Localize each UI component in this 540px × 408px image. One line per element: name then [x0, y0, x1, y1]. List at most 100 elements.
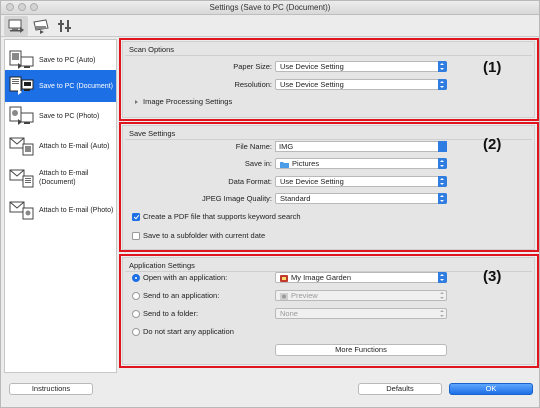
select-arrow-icon	[438, 193, 447, 204]
jpeg-quality-value: Standard	[280, 194, 311, 203]
title-bar: Settings (Save to PC (Document))	[1, 1, 539, 15]
combo-arrow-icon	[438, 141, 447, 152]
select-arrow-icon	[438, 272, 447, 283]
toolbar	[1, 15, 539, 37]
computer-scan-icon	[8, 19, 24, 33]
select-arrow-icon	[438, 290, 447, 301]
radio-unselected-icon	[132, 291, 140, 300]
instructions-button[interactable]: Instructions	[9, 383, 93, 395]
email-auto-icon	[9, 137, 34, 156]
divider	[125, 55, 532, 56]
image-processing-disclosure[interactable]: Image Processing Settings	[135, 97, 232, 106]
sidebar-item-save-to-pc-document[interactable]: Save to PC (Document)	[5, 70, 116, 102]
general-settings-tab[interactable]	[53, 16, 77, 36]
open-app-select[interactable]: My Image Garden	[275, 272, 447, 283]
radio-unselected-icon	[132, 309, 140, 318]
select-arrow-icon	[438, 158, 447, 169]
resolution-value: Use Device Setting	[280, 80, 344, 89]
select-arrow-icon	[438, 61, 447, 72]
paper-size-label: Paper Size:	[233, 62, 272, 71]
send-app-label: Send to an application:	[143, 291, 220, 300]
disclosure-triangle-icon	[135, 99, 138, 104]
file-name-value: IMG	[279, 142, 294, 151]
image-processing-label: Image Processing Settings	[143, 97, 233, 106]
open-app-label: Open with an application:	[143, 273, 228, 282]
data-format-select[interactable]: Use Device Setting	[275, 176, 447, 187]
sidebar-item-attach-email-photo[interactable]: Attach to E-mail (Photo)	[5, 194, 116, 226]
application-settings-title: Application Settings	[129, 261, 195, 270]
radio-selected-icon	[132, 273, 140, 282]
sidebar-item-label: Attach to E-mail (Auto)	[39, 142, 110, 150]
defaults-button[interactable]: Defaults	[358, 383, 442, 395]
jpeg-quality-select[interactable]: Standard	[275, 193, 447, 204]
save-auto-icon	[9, 50, 34, 69]
paper-size-select[interactable]: Use Device Setting	[275, 61, 447, 72]
checkbox-unchecked-icon	[132, 231, 140, 240]
scan-mode-list: Save to PC (Auto) Save to PC (Document) …	[4, 39, 117, 373]
scanner-panel-icon	[33, 19, 49, 34]
open-with-application-radio[interactable]: Open with an application:	[132, 273, 227, 282]
send-folder-label: Send to a folder:	[143, 309, 199, 318]
email-document-icon	[9, 169, 34, 188]
send-folder-select[interactable]: None	[275, 308, 447, 319]
send-app-select[interactable]: Preview	[275, 290, 447, 301]
application-settings-panel: Application Settings Open with an applic…	[122, 257, 535, 365]
tools-icon	[58, 20, 71, 32]
select-arrow-icon	[438, 79, 447, 90]
send-app-value: Preview	[291, 291, 318, 300]
resolution-label: Resolution:	[234, 80, 272, 89]
folder-icon	[280, 161, 289, 168]
window-title: Settings (Save to PC (Document))	[209, 3, 331, 12]
sidebar-item-attach-email-auto[interactable]: Attach to E-mail (Auto)	[5, 130, 116, 162]
save-photo-icon	[9, 106, 34, 125]
more-functions-button[interactable]: More Functions	[275, 344, 447, 356]
sidebar-item-attach-email-document[interactable]: Attach to E-mail (Document)	[5, 162, 116, 194]
file-name-label: File Name:	[235, 142, 272, 151]
sidebar-item-label: Attach to E-mail (Document)	[39, 170, 89, 186]
scan-options-title: Scan Options	[129, 45, 175, 54]
save-document-icon	[9, 76, 34, 95]
save-in-select[interactable]: Pictures	[275, 158, 447, 169]
section-number-1: (1)	[483, 59, 502, 76]
subfolder-label: Save to a subfolder with current date	[143, 231, 266, 240]
paper-size-value: Use Device Setting	[280, 62, 344, 71]
save-in-value: Pictures	[292, 159, 320, 168]
subfolder-checkbox[interactable]: Save to a subfolder with current date	[132, 231, 265, 240]
resolution-select[interactable]: Use Device Setting	[275, 79, 447, 90]
section-number-2: (2)	[483, 136, 502, 153]
save-in-label: Save in:	[244, 159, 272, 168]
scan-from-computer-tab[interactable]	[4, 16, 28, 36]
email-photo-icon	[9, 201, 34, 220]
checkbox-checked-icon	[132, 212, 140, 221]
data-format-label: Data Format:	[228, 177, 272, 186]
send-to-application-radio[interactable]: Send to an application:	[132, 291, 219, 300]
send-to-folder-radio[interactable]: Send to a folder:	[132, 309, 198, 318]
create-pdf-checkbox[interactable]: Create a PDF file that supports keyword …	[132, 212, 301, 221]
save-settings-title: Save Settings	[129, 129, 176, 138]
do-not-start-application-radio[interactable]: Do not start any application	[132, 327, 234, 336]
data-format-value: Use Device Setting	[280, 177, 344, 186]
file-name-field[interactable]: IMG	[275, 141, 447, 152]
open-app-value: My Image Garden	[291, 273, 352, 282]
create-pdf-label: Create a PDF file that supports keyword …	[143, 212, 301, 221]
radio-unselected-icon	[132, 327, 140, 336]
section-number-3: (3)	[483, 268, 502, 285]
send-folder-value: None	[280, 309, 298, 318]
no-app-label: Do not start any application	[143, 327, 234, 336]
sidebar-item-label: Save to PC (Photo)	[39, 112, 100, 120]
settings-window: Settings (Save to PC (Document)) Save to…	[0, 0, 540, 408]
sidebar-item-label: Save to PC (Auto)	[39, 56, 96, 64]
sidebar-item-label: Attach to E-mail (Photo)	[39, 206, 114, 214]
ok-button[interactable]: OK	[449, 383, 533, 395]
jpeg-quality-label: JPEG Image Quality:	[201, 194, 272, 203]
scan-options-panel: Scan Options Paper Size: Use Device Sett…	[122, 41, 535, 118]
select-arrow-icon	[438, 308, 447, 319]
sidebar-item-save-to-pc-photo[interactable]: Save to PC (Photo)	[5, 100, 116, 132]
select-arrow-icon	[438, 176, 447, 187]
preview-app-icon	[280, 292, 288, 300]
scan-from-operation-panel-tab[interactable]	[29, 16, 53, 36]
save-settings-panel: Save Settings File Name: IMG Save in: Pi…	[122, 125, 535, 250]
divider	[125, 139, 532, 140]
sidebar-item-label: Save to PC (Document)	[39, 82, 113, 90]
my-image-garden-icon	[280, 274, 288, 282]
